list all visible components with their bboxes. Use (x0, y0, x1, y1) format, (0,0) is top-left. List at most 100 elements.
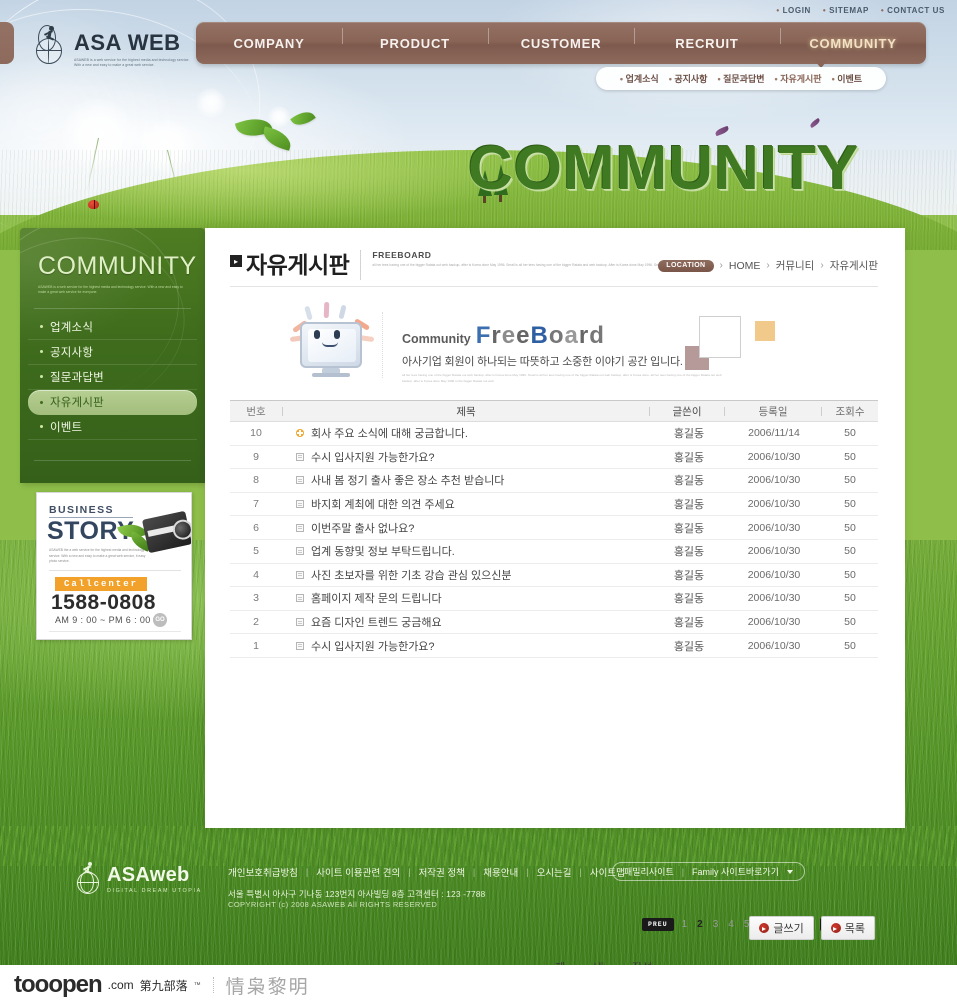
footer-link-directions[interactable]: 오시는길 (537, 865, 572, 879)
page-title-en: FREEBOARD (372, 250, 432, 260)
document-icon (296, 547, 304, 556)
cell-title[interactable]: 바지회 계최에 대한 의견 주세요 (282, 496, 652, 512)
footer-link-privacy[interactable]: 개인보호취급방침 (228, 865, 298, 879)
table-row[interactable]: 4 사진 초보자를 위한 기초 강습 관심 있으신분 홍길동 2006/10/3… (230, 564, 878, 588)
nav-item-company[interactable]: COMPANY (196, 36, 342, 51)
cell-writer: 홍길동 (673, 451, 705, 464)
write-button-label: 글쓰기 (773, 923, 804, 935)
column-header-writer: 글쓴이 (672, 405, 702, 418)
breadcrumb-item-community[interactable]: 커뮤니티 (776, 258, 815, 273)
table-row[interactable]: 9 수시 입사지원 가능한가요? 홍길동 2006/10/30 50 (230, 446, 878, 470)
nav-item-recruit[interactable]: RECRUIT (634, 27, 780, 51)
chevron-down-icon[interactable] (787, 869, 793, 874)
cell-title[interactable]: 수시 입사지원 가능한가요? (282, 449, 652, 465)
family-site-select[interactable]: 패밀리사이트 | Family 사이트바로가기 (612, 862, 805, 881)
business-story-bottom-divider (49, 631, 181, 632)
breadcrumb-separator: › (719, 260, 723, 271)
site-logo[interactable]: ASA WEB ASAWEB is a web service for the … (34, 24, 194, 68)
cell-title[interactable]: 업계 동향및 정보 부탁드립니다. (282, 543, 652, 559)
table-row[interactable]: 3 홈페이지 제작 문의 드립니다 홍길동 2006/10/30 50 (230, 587, 878, 611)
cell-title[interactable]: 이번주말 출사 없나요? (282, 520, 652, 536)
cell-title[interactable]: 요즘 디자인 트렌드 궁금해요 (282, 614, 652, 630)
bullet-icon (40, 400, 43, 404)
utility-sitemap-link[interactable]: SITEMAP (823, 6, 869, 15)
table-row[interactable]: 6 이번주말 출사 없나요? 홍길동 2006/10/30 50 (230, 516, 878, 540)
location-badge: LOCATION (658, 259, 714, 272)
subnav-item-industry-news[interactable]: 업계소식 (620, 72, 659, 85)
watermark-divider (212, 977, 214, 993)
business-story-widget[interactable]: BUSINESS STORY ASAWEB the a web service … (36, 492, 192, 640)
callcenter-go-button[interactable]: GO (153, 613, 167, 627)
watermark-brand: tooopen (14, 971, 103, 998)
utility-contact-link[interactable]: CONTACT US (881, 6, 945, 15)
document-icon (296, 523, 304, 532)
page-title: 자유게시판 (246, 252, 350, 278)
arrow-circle-icon (759, 923, 770, 933)
callcenter-hours: AM 9 : 00 ~ PM 6 : 00 (55, 615, 151, 625)
subnav-item-qna[interactable]: 질문과답변 (717, 72, 764, 85)
cell-hits: 50 (844, 474, 856, 487)
table-row[interactable]: 8 사내 봄 정기 출사 좋은 장소 추천 받습니다 홍길동 2006/10/3… (230, 469, 878, 493)
footer-link-separator: | (526, 867, 529, 877)
document-icon (296, 594, 304, 603)
cell-date: 2006/11/14 (748, 427, 800, 440)
cell-no: 8 (253, 474, 259, 487)
subnav-item-freeboard[interactable]: 자유게시판 (775, 72, 821, 85)
footer-link-terms[interactable]: 사이트 이용관련 견의 (316, 865, 400, 879)
cell-no: 6 (253, 521, 259, 534)
nav-item-product[interactable]: PRODUCT (342, 27, 488, 51)
subnav-item-notice[interactable]: 공지사항 (669, 72, 707, 85)
cell-no: 10 (250, 427, 262, 440)
chevron-right-icon: ▸ (230, 255, 242, 267)
sidebar-item-notice[interactable]: 공지사항 (28, 340, 197, 365)
header-bottom-rule (230, 286, 878, 287)
nav-item-customer[interactable]: CUSTOMER (488, 27, 634, 51)
sidebar-item-event[interactable]: 이벤트 (28, 415, 197, 440)
dandelion-seed-icon (196, 88, 226, 118)
footer-link-recruit[interactable]: 채용안내 (483, 865, 518, 879)
sidebar-item-freeboard[interactable]: 자유게시판 (28, 389, 197, 415)
footer-links: 개인보호취급방침 | 사이트 이용관련 견의 | 저작권 정책 | 채용안내 |… (228, 865, 625, 879)
table-row[interactable]: 7 바지회 계최에 대한 의견 주세요 홍길동 2006/10/30 50 (230, 493, 878, 517)
sidebar-item-label: 질문과답변 (50, 371, 104, 384)
cell-title[interactable]: 사진 초보자를 위한 기초 강습 관심 있으신분 (282, 567, 652, 583)
ladybug-icon (88, 200, 99, 209)
family-site-separator: | (681, 866, 685, 877)
table-row[interactable]: 10 회사 주요 소식에 대해 궁금합니다. 홍길동 2006/11/14 50 (230, 422, 878, 446)
banner-divider (382, 312, 383, 378)
footer-copyright: COPYRIGHT (c) 2008 ASAWEB All RIGHTS RES… (228, 900, 438, 909)
table-row[interactable]: 2 요즘 디자인 트렌드 궁금해요 홍길동 2006/10/30 50 (230, 611, 878, 635)
cell-hits: 50 (844, 427, 856, 440)
table-row[interactable]: 5 업계 동향및 정보 부탁드립니다. 홍길동 2006/10/30 50 (230, 540, 878, 564)
column-header-title: 제목 (456, 405, 476, 418)
sidebar-item-label: 업계소식 (50, 321, 94, 334)
dandelion-seed-icon (268, 106, 290, 128)
column-header-date: 등록일 (758, 405, 788, 418)
footer-logo[interactable]: ASAweb DIGITAL DREAM UTOPIA (75, 862, 202, 895)
sidebar-item-industry-news[interactable]: 업계소식 (28, 315, 197, 340)
footer-link-separator: | (579, 867, 582, 877)
cell-title[interactable]: 사내 봄 정기 출사 좋은 장소 추천 받습니다 (282, 472, 652, 488)
cell-title[interactable]: 수시 입사지원 가능한가요? (282, 638, 652, 654)
subnav-item-event[interactable]: 이벤트 (832, 72, 862, 85)
sidebar-item-qna[interactable]: 질문과답변 (28, 365, 197, 390)
footer-logo-name: ASAweb (107, 863, 190, 886)
document-icon (296, 618, 304, 627)
utility-login-link[interactable]: LOGIN (776, 6, 811, 15)
breadcrumb-item-home[interactable]: HOME (729, 260, 761, 272)
cell-date: 2006/10/30 (747, 450, 801, 463)
family-site-label: 패밀리사이트 (624, 867, 674, 877)
breadcrumb-separator: › (820, 260, 824, 271)
footer-link-copyright-policy[interactable]: 저작권 정책 (419, 865, 465, 879)
cell-no: 2 (253, 616, 259, 629)
cell-title[interactable]: 홈페이지 제작 문의 드립니다 (282, 590, 652, 606)
sidebar-item-label: 이벤트 (50, 421, 83, 434)
cell-date: 2006/10/30 (747, 568, 801, 581)
table-row[interactable]: 1 수시 입사지원 가능한가요? 홍길동 2006/10/30 50 (230, 634, 878, 658)
sidebar-menu: 업계소식 공지사항 질문과답변 자유게시판 이벤트 (20, 315, 205, 440)
nav-item-community[interactable]: COMMUNITY (780, 27, 926, 51)
footer-link-separator: | (472, 867, 476, 877)
logo-subtitle: ASAWEB is a web service for the highest … (74, 58, 190, 67)
cell-title[interactable]: 회사 주요 소식에 대해 궁금합니다. (282, 425, 652, 441)
business-story-divider (49, 570, 181, 571)
